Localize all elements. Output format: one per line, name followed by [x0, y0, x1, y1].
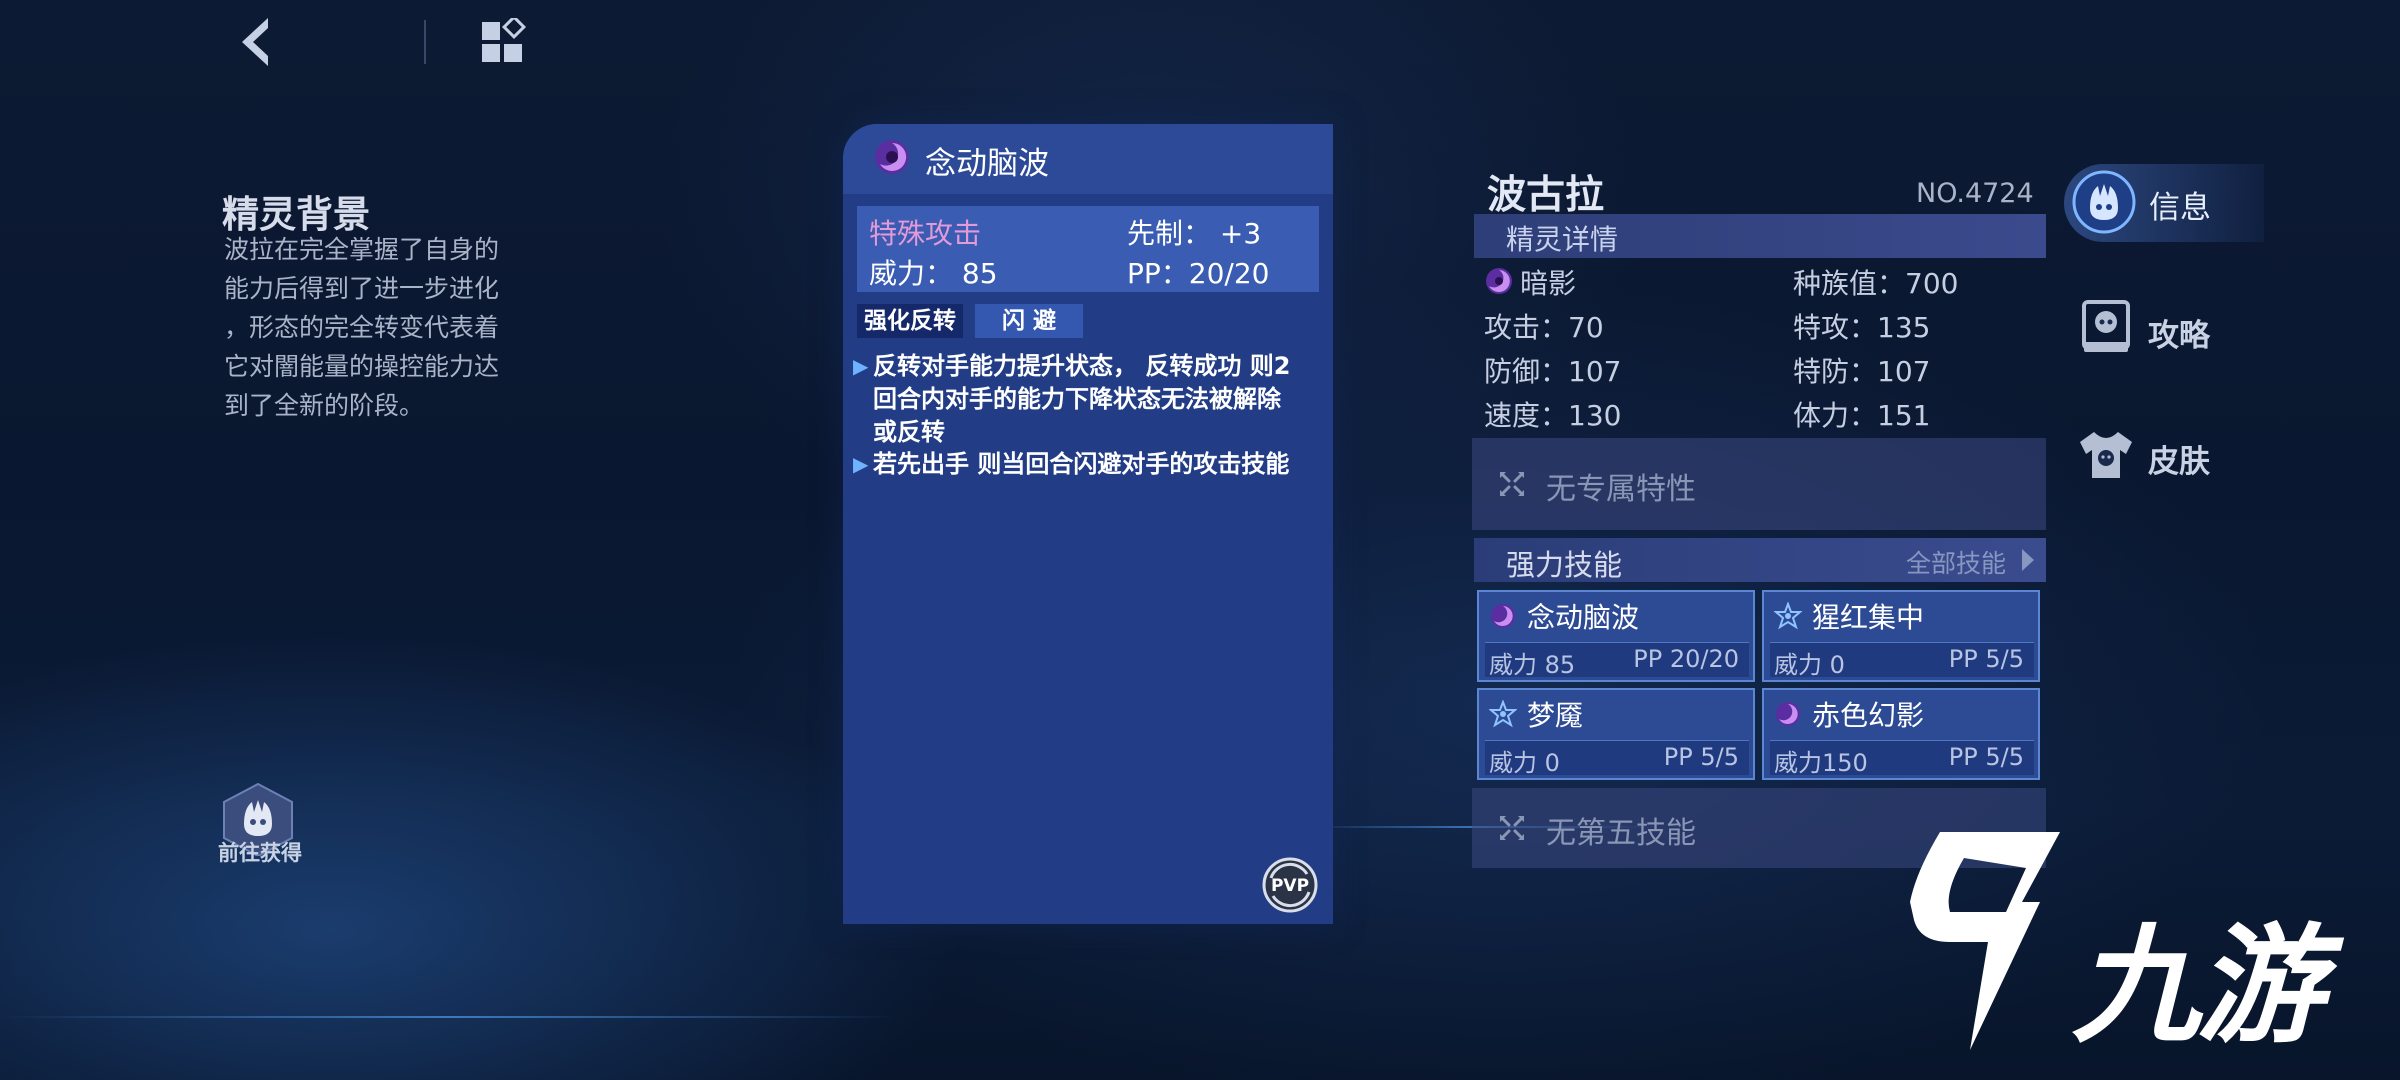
pet-special-attack: 特攻：135 — [1793, 311, 1931, 344]
shirt-icon[interactable] — [2076, 428, 2136, 482]
menu-button[interactable] — [480, 14, 528, 66]
pet-face-icon — [2072, 170, 2136, 234]
skill-tile-power: 威力 0 — [1774, 651, 1845, 679]
star-icon — [1489, 700, 1517, 728]
skill-tile-stats: 威力 0 PP 5/5 — [1770, 642, 2034, 679]
skill-detail-card: 念动脑波 特殊攻击 先制： +3 威力： 85 PP：20/20 强化反转 闪 … — [843, 124, 1333, 924]
watermark-logo-icon — [1910, 832, 2060, 1050]
background-line: ，形态的完全转变代表着 — [224, 313, 500, 342]
background-line: 它对闇能量的操控能力达 — [224, 352, 500, 381]
fifth-skill-text: 无第五技能 — [1546, 816, 1696, 851]
trait-box[interactable]: 无专属特性 — [1472, 438, 2046, 530]
skill-tile-name: 念动脑波 — [1527, 601, 1640, 634]
skill-tile-stats: 威力150 PP 5/5 — [1770, 740, 2034, 777]
pet-defense: 防御：107 — [1484, 355, 1622, 388]
trait-text: 无专属特性 — [1546, 472, 1696, 507]
strong-skills-header: 强力技能 全部技能 — [1474, 538, 2046, 582]
pet-detail-label: 精灵详情 — [1506, 223, 1619, 256]
chevron-right-icon[interactable] — [2022, 549, 2034, 571]
skill-name: 念动脑波 — [925, 146, 1049, 182]
skill-category: 特殊攻击 — [869, 217, 982, 250]
bullet-arrow-icon: ▶ — [853, 354, 869, 378]
dark-swirl-icon — [875, 140, 909, 174]
dark-swirl-icon — [1491, 604, 1515, 628]
skill-tile-name: 赤色幻影 — [1812, 699, 1925, 732]
skill-tile[interactable]: 猩红集中 威力 0 PP 5/5 — [1762, 590, 2040, 682]
pvp-label: PVP — [1271, 876, 1309, 896]
skill-tile[interactable]: 念动脑波 威力 85 PP 20/20 — [1477, 590, 1755, 682]
skill-tile-pp: PP 5/5 — [1948, 645, 2024, 673]
skill-effect: ▶ 反转对手能力提升状态， 反转成功 则2回合内对手的能力下降状态无法被解除或反… — [853, 350, 1293, 449]
skill-tile-pp: PP 20/20 — [1633, 645, 1739, 673]
skill-card-header: 念动脑波 — [843, 124, 1333, 194]
skill-tile-power: 威力150 — [1774, 749, 1868, 777]
star-icon — [1774, 602, 1802, 630]
pet-base-total: 种族值：700 — [1793, 267, 1959, 300]
pet-detail-header: 精灵详情 — [1474, 214, 2046, 258]
skill-tag[interactable]: 强化反转 — [857, 304, 963, 338]
skill-tile-stats: 威力 0 PP 5/5 — [1485, 740, 1749, 777]
skill-tile-power: 威力 0 — [1489, 749, 1560, 777]
cross-arrows-icon — [1500, 816, 1524, 840]
go-obtain-label[interactable]: 前往获得 — [208, 837, 312, 867]
pet-name: 波古拉 — [1487, 173, 1605, 218]
pet-attack: 攻击：70 — [1484, 311, 1604, 344]
watermark-text: 九游 — [2072, 912, 2324, 1061]
skill-tile-stats: 威力 85 PP 20/20 — [1485, 642, 1749, 679]
dark-type-icon — [1486, 268, 1512, 294]
tab-guide[interactable]: 攻略 — [2148, 310, 2210, 355]
cross-arrows-icon — [1500, 472, 1524, 496]
pet-number: NO.4724 — [1916, 178, 2034, 209]
skill-tile-name: 梦魇 — [1527, 699, 1584, 732]
tab-info[interactable]: 信息 — [2064, 164, 2264, 242]
background-streak — [0, 1016, 900, 1018]
all-skills-link[interactable]: 全部技能 — [1906, 544, 2006, 580]
background-line: 能力后得到了进一步进化 — [224, 274, 500, 303]
skill-tile-pp: PP 5/5 — [1948, 743, 2024, 771]
skill-effect: ▶ 若先出手 则当回合闪避对手的攻击技能 — [853, 448, 1293, 481]
nav-divider — [424, 20, 426, 64]
background-line: 波拉在完全掌握了自身的 — [224, 235, 500, 264]
skill-stats-box: 特殊攻击 先制： +3 威力： 85 PP：20/20 — [857, 206, 1319, 292]
skill-tile[interactable]: 梦魇 威力 0 PP 5/5 — [1477, 688, 1755, 780]
skill-effect-text: 反转对手能力提升状态， 反转成功 则2回合内对手的能力下降状态无法被解除或反转 — [873, 352, 1291, 446]
background-line: 到了全新的阶段。 — [224, 391, 425, 420]
back-arrow-icon — [242, 18, 268, 66]
tab-skin[interactable]: 皮肤 — [2148, 436, 2210, 481]
bullet-arrow-icon: ▶ — [853, 452, 869, 476]
dark-swirl-icon — [1776, 702, 1800, 726]
skill-pp: PP：20/20 — [1127, 257, 1270, 290]
pet-hp: 体力：151 — [1793, 399, 1931, 432]
tab-info-label: 信息 — [2149, 190, 2211, 226]
pet-speed: 速度：130 — [1484, 399, 1622, 432]
skill-tile-pp: PP 5/5 — [1663, 743, 1739, 771]
skill-tile[interactable]: 赤色幻影 威力150 PP 5/5 — [1762, 688, 2040, 780]
pvp-toggle-button[interactable]: PVP — [1261, 856, 1319, 914]
pvp-refresh-icon: PVP — [1262, 857, 1318, 913]
guide-book-icon[interactable] — [2080, 298, 2132, 356]
skill-effect-text: 若先出手 则当回合闪避对手的攻击技能 — [873, 450, 1290, 478]
strong-skills-label: 强力技能 — [1506, 548, 1623, 582]
pet-type: 暗影 — [1520, 267, 1577, 300]
skill-tag[interactable]: 闪 避 — [975, 304, 1083, 338]
background-description: 波拉在完全掌握了自身的 能力后得到了进一步进化 ，形态的完全转变代表着 它对闇能… — [224, 230, 534, 425]
pet-special-defense: 特防：107 — [1793, 355, 1931, 388]
skill-tile-name: 猩红集中 — [1812, 601, 1925, 634]
back-button[interactable] — [228, 12, 284, 72]
skill-priority: 先制： +3 — [1127, 217, 1262, 250]
skill-power: 威力： 85 — [869, 257, 998, 290]
grid-menu-icon — [482, 14, 527, 62]
skill-tile-power: 威力 85 — [1489, 651, 1576, 679]
